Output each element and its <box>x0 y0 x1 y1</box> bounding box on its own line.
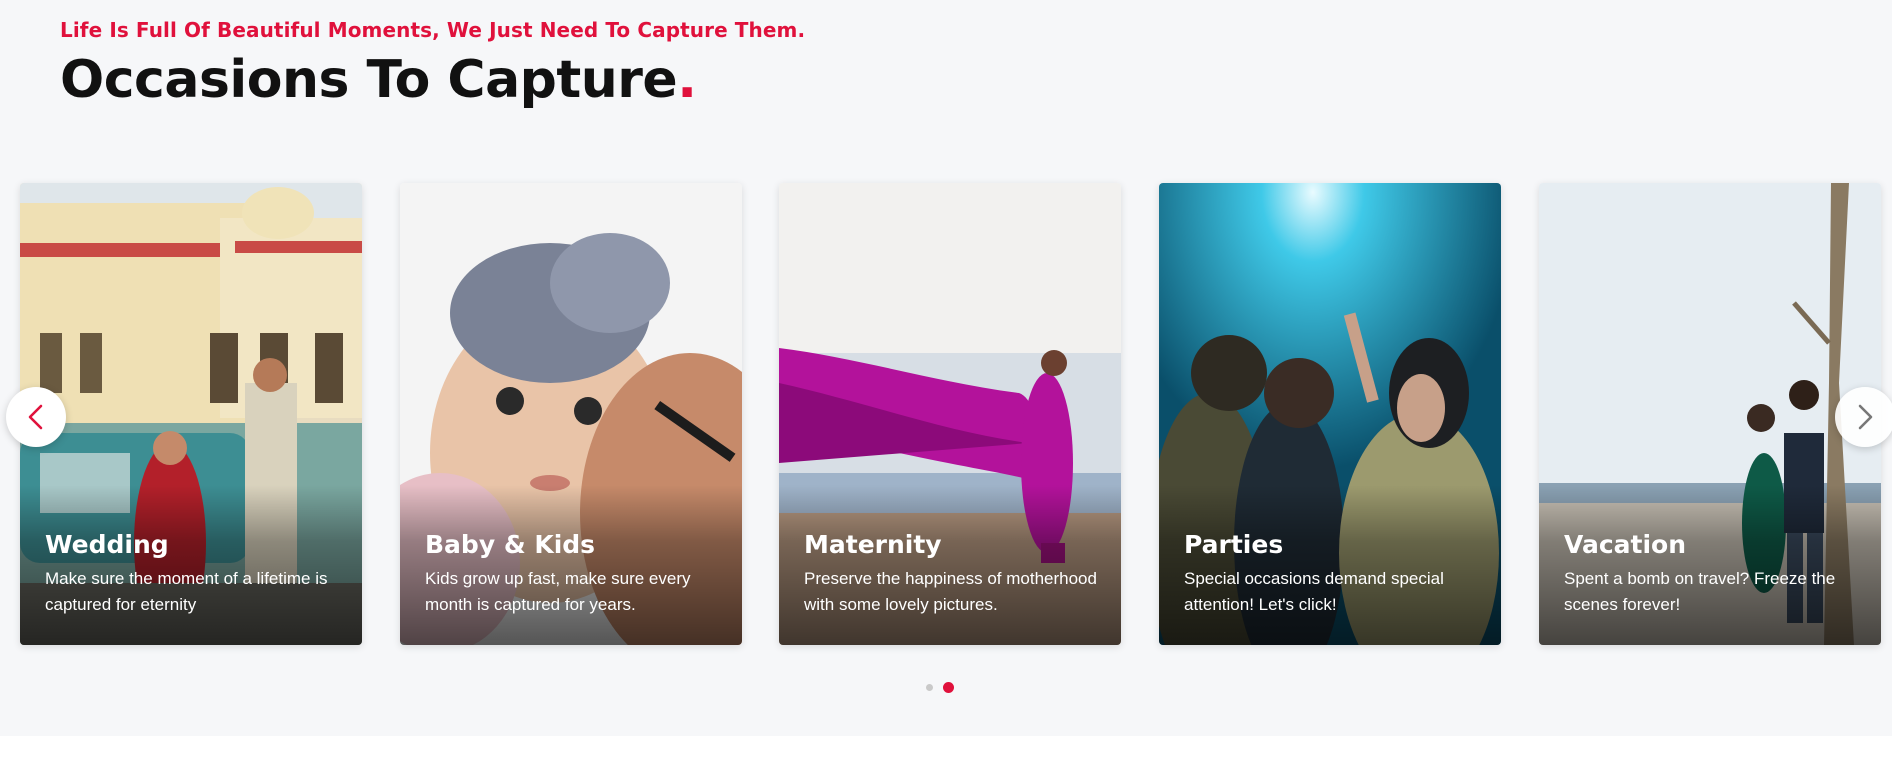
card-caption: Parties Special occasions demand special… <box>1184 529 1483 619</box>
card-title: Vacation <box>1564 529 1687 559</box>
card-description: Make sure the moment of a lifetime is ca… <box>45 569 328 614</box>
card-caption: Maternity Preserve the happiness of moth… <box>804 529 1103 619</box>
occasion-card-baby-kids[interactable]: Baby & Kids Kids grow up fast, make sure… <box>400 183 742 645</box>
card-caption: Baby & Kids Kids grow up fast, make sure… <box>425 529 724 619</box>
occasion-card-vacation[interactable]: Vacation Spent a bomb on travel? Freeze … <box>1539 183 1881 645</box>
pagination-dot-2[interactable] <box>943 682 954 693</box>
card-title: Maternity <box>804 529 942 559</box>
section-subtitle: Life Is Full Of Beautiful Moments, We Ju… <box>60 18 806 42</box>
occasion-card-maternity[interactable]: Maternity Preserve the happiness of moth… <box>779 183 1121 645</box>
card-description: Spent a bomb on travel? Freeze the scene… <box>1564 569 1836 614</box>
carousel-pagination <box>926 682 954 693</box>
section-title: Occasions To Capture. <box>60 50 697 110</box>
chevron-left-icon <box>28 404 43 430</box>
card-title: Baby & Kids <box>425 529 596 559</box>
carousel-next-button[interactable] <box>1835 387 1892 447</box>
card-description: Kids grow up fast, make sure every month… <box>425 569 691 614</box>
chevron-right-icon <box>1858 404 1873 430</box>
carousel-prev-button[interactable] <box>6 387 66 447</box>
section-title-text: Occasions To Capture <box>60 50 678 110</box>
pagination-dot-1[interactable] <box>926 684 933 691</box>
card-title: Parties <box>1184 529 1284 559</box>
card-title: Wedding <box>45 529 169 559</box>
card-description: Special occasions demand special attenti… <box>1184 569 1444 614</box>
card-description: Preserve the happiness of motherhood wit… <box>804 569 1097 614</box>
occasion-card-wedding[interactable]: Wedding Make sure the moment of a lifeti… <box>20 183 362 645</box>
occasion-card-parties[interactable]: Parties Special occasions demand special… <box>1159 183 1501 645</box>
card-caption: Vacation Spent a bomb on travel? Freeze … <box>1564 529 1863 619</box>
title-accent-dot: . <box>677 50 697 110</box>
occasions-section: Life Is Full Of Beautiful Moments, We Ju… <box>0 0 1892 736</box>
card-caption: Wedding Make sure the moment of a lifeti… <box>45 529 344 619</box>
